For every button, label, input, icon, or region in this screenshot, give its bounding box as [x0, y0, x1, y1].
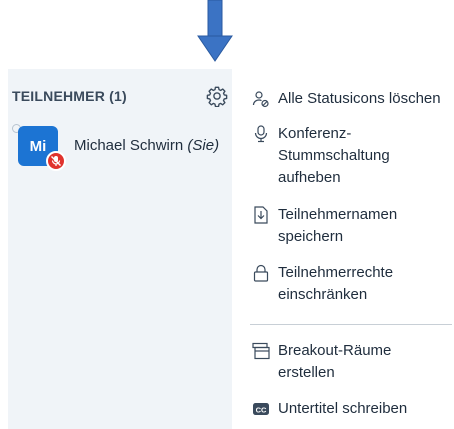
menu-item-label: Alle Statusicons löschen — [278, 90, 441, 107]
participants-header: TEILNEHMER (1) — [12, 88, 127, 104]
menu-item-label: Teilnehmernamen speichern — [278, 206, 398, 245]
menu-item-unmute-conference[interactable]: Konferenz- Stummschaltung aufheben — [252, 123, 452, 189]
menu-item-restrict-rights[interactable]: Teilnehmerrechte einschränken — [252, 262, 452, 306]
lock-icon — [253, 264, 269, 282]
participant-name: Michael Schwirn (Sie) — [74, 137, 219, 154]
muted-microphone-icon — [46, 151, 66, 171]
menu-item-label: Teilnehmerrechte einschränken — [278, 264, 394, 303]
menu-divider — [250, 324, 452, 325]
screen: TEILNEHMER (1) Mi Michael Schwirn (Sie) … — [0, 0, 454, 429]
microphone-icon — [254, 125, 268, 143]
menu-item-label: Untertitel schreiben — [278, 400, 408, 417]
closed-captions-icon: CC — [253, 403, 269, 415]
participant-name-text: Michael Schwirn — [74, 137, 184, 154]
down-arrow-icon — [197, 0, 233, 62]
breakout-rooms-icon — [252, 342, 270, 360]
menu-item-label: Breakout-Räume erstellen — [278, 342, 392, 381]
menu-item-clear-status[interactable]: Alle Statusicons löschen — [252, 88, 452, 110]
participants-panel: TEILNEHMER (1) Mi Michael Schwirn (Sie) — [8, 69, 232, 429]
avatar-initials: Mi — [29, 137, 47, 155]
participants-options-menu: Alle Statusicons löschen Konferenz- Stum… — [232, 69, 454, 429]
menu-item-write-captions[interactable]: CC Untertitel schreiben — [252, 398, 452, 420]
download-file-icon — [254, 206, 268, 224]
participant-row[interactable]: Mi Michael Schwirn (Sie) — [12, 124, 232, 171]
menu-item-create-breakout[interactable]: Breakout-Räume erstellen — [252, 340, 452, 384]
menu-item-save-names[interactable]: Teilnehmernamen speichern — [252, 204, 452, 248]
gear-icon[interactable] — [206, 85, 228, 107]
clear-status-icon — [252, 91, 269, 108]
menu-item-label: Konferenz- Stummschaltung aufheben — [278, 125, 390, 186]
svg-text:CC: CC — [256, 405, 267, 414]
participant-self-label: (Sie) — [187, 137, 220, 154]
